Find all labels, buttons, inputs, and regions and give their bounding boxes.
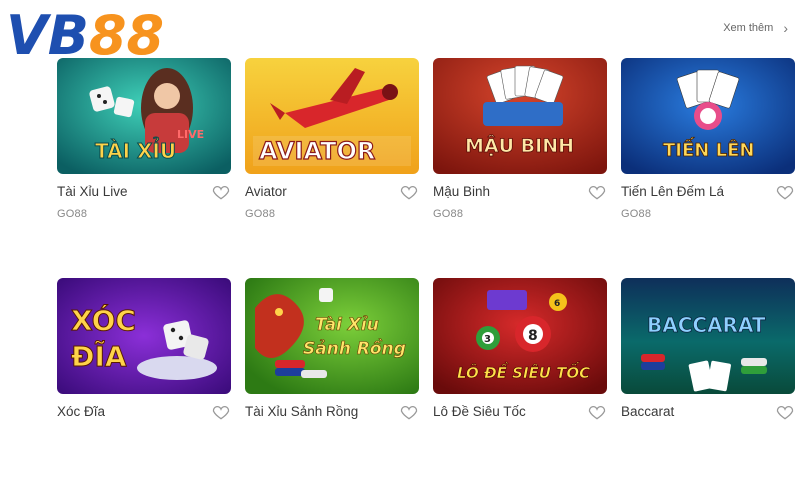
game-title[interactable]: Xóc Đĩa: [57, 404, 105, 419]
game-card-baccarat[interactable]: BACCARAT Baccarat: [621, 278, 795, 480]
ball-label-1: 3: [484, 334, 491, 345]
ball-label-2: 8: [528, 328, 538, 344]
game-provider: GO88: [433, 208, 464, 220]
ball-label-3: 6: [554, 299, 560, 309]
game-thumbnail[interactable]: Tài Xỉu Sảnh Rồng: [245, 278, 419, 394]
game-card-mau-binh[interactable]: MẬU BINH Mậu Binh GO88: [433, 58, 607, 260]
game-thumbnail[interactable]: MẬU BINH: [433, 58, 607, 174]
game-card-lo-de-sieu-toc[interactable]: 3 8 6 LÔ ĐỀ SIÊU TỐC Lô Đề Siêu Tốc: [433, 278, 607, 480]
logo-text: VB88: [6, 4, 164, 64]
heart-icon[interactable]: [775, 402, 795, 422]
game-title[interactable]: Mậu Binh: [433, 184, 490, 199]
art-title: BACCARAT: [647, 313, 766, 337]
game-card-tai-xiu-live[interactable]: TÀI XỈU LIVE Tài Xỉu Live GO88: [57, 58, 231, 260]
art-title: AVIATOR: [259, 137, 375, 165]
game-title[interactable]: Baccarat: [621, 404, 674, 419]
game-provider: GO88: [57, 208, 88, 220]
game-thumbnail[interactable]: BACCARAT: [621, 278, 795, 394]
art-title-1: XÓC: [71, 303, 136, 337]
heart-icon[interactable]: [211, 402, 231, 422]
game-title[interactable]: Lô Đề Siêu Tốc: [433, 404, 526, 419]
game-provider: GO88: [621, 208, 652, 220]
game-thumbnail[interactable]: AVIATOR: [245, 58, 419, 174]
game-grid: TÀI XỈU LIVE Tài Xỉu Live GO88 AVIATOR A…: [57, 58, 795, 480]
art-title-2: Sảnh Rồng: [303, 338, 406, 359]
art-title-2: ĐĨA: [71, 339, 127, 373]
art-title: TÀI XỈU: [95, 138, 176, 163]
art-title: TIẾN LÊN: [663, 137, 754, 161]
game-thumbnail[interactable]: 3 8 6 LÔ ĐỀ SIÊU TỐC: [433, 278, 607, 394]
game-card-aviator[interactable]: AVIATOR Aviator GO88: [245, 58, 419, 260]
art-title: LÔ ĐỀ SIÊU TỐC: [457, 361, 590, 382]
heart-icon[interactable]: [399, 402, 419, 422]
art-title-1: Tài Xỉu: [315, 315, 379, 335]
heart-icon[interactable]: [211, 182, 231, 202]
game-title[interactable]: Aviator: [245, 184, 287, 199]
game-thumbnail[interactable]: TÀI XỈU LIVE: [57, 58, 231, 174]
heart-icon[interactable]: [587, 402, 607, 422]
game-title[interactable]: Tài Xỉu Live: [57, 184, 128, 199]
vb88-logo[interactable]: VB88: [4, 2, 194, 64]
game-card-xoc-dia[interactable]: XÓC ĐĨA Xóc Đĩa: [57, 278, 231, 480]
chevron-right-icon: ›: [783, 20, 788, 36]
heart-icon[interactable]: [775, 182, 795, 202]
heart-icon[interactable]: [399, 182, 419, 202]
game-title[interactable]: Tiến Lên Đếm Lá: [621, 184, 724, 199]
see-more-label: Xem thêm: [723, 22, 774, 34]
see-more-link[interactable]: Xem thêm ›: [723, 20, 788, 36]
game-thumbnail[interactable]: XÓC ĐĨA: [57, 278, 231, 394]
heart-icon[interactable]: [587, 182, 607, 202]
logo-text-part-1: VB: [6, 4, 89, 64]
game-card-tien-len[interactable]: TIẾN LÊN Tiến Lên Đếm Lá GO88: [621, 58, 795, 260]
logo-text-part-2: 88: [89, 4, 164, 64]
game-provider: GO88: [245, 208, 276, 220]
game-thumbnail[interactable]: TIẾN LÊN: [621, 58, 795, 174]
art-title: MẬU BINH: [465, 133, 574, 157]
game-title[interactable]: Tài Xỉu Sảnh Rồng: [245, 404, 358, 419]
art-badge: LIVE: [177, 128, 204, 141]
game-card-tai-xiu-sanh-rong[interactable]: Tài Xỉu Sảnh Rồng Tài Xỉu Sảnh Rồng: [245, 278, 419, 480]
